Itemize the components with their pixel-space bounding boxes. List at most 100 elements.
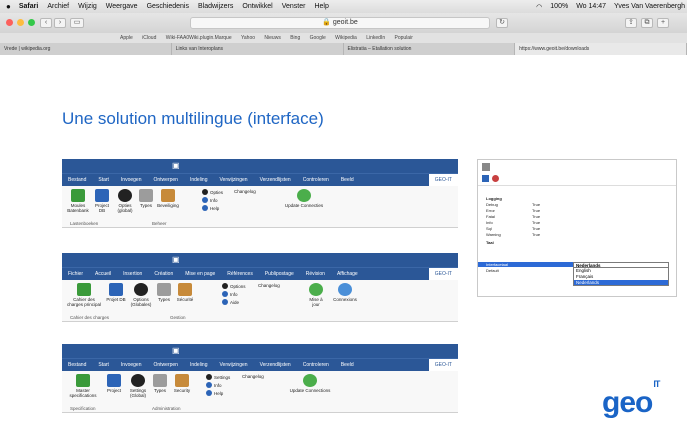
ribbon-tab[interactable]: Bestand xyxy=(62,362,92,368)
ribbon-tab[interactable]: Références xyxy=(221,271,259,277)
types-button[interactable]: Types xyxy=(152,374,168,393)
property-row[interactable]: Warning True xyxy=(478,232,574,237)
ribbon-tab[interactable]: Bestand xyxy=(62,177,92,183)
options-global-button[interactable]: Options (Globales) xyxy=(129,283,153,307)
info-button[interactable]: Info xyxy=(206,382,222,388)
property-row[interactable]: Sql True xyxy=(478,226,574,231)
ribbon-tab-geoit[interactable]: GEO-IT xyxy=(428,358,458,372)
property-row[interactable]: Fatal True xyxy=(478,214,574,219)
ribbon-tab[interactable]: Indeling xyxy=(184,362,214,368)
help-button[interactable]: Help xyxy=(202,205,219,211)
changelog-button[interactable]: Changelog xyxy=(242,374,264,379)
favorite-link[interactable]: Wikipedia xyxy=(335,35,357,41)
language-dropdown[interactable]: Nederlands English Français Nederlands xyxy=(573,262,669,286)
changelog-button[interactable]: Changelog xyxy=(234,189,256,194)
favorite-link[interactable]: iCloud xyxy=(142,35,156,41)
user-name[interactable]: Yves Van Vaerenbergh xyxy=(614,3,685,10)
close-icon[interactable] xyxy=(492,175,499,182)
ribbon-tab-geoit[interactable]: GEO-IT xyxy=(428,173,458,187)
ribbon-tab[interactable]: Start xyxy=(92,362,115,368)
browser-tab[interactable]: Elistratia – Etallation solution xyxy=(344,43,516,55)
update-button[interactable]: Mise à jour xyxy=(306,283,326,307)
reload-icon[interactable]: ↻ xyxy=(496,18,508,28)
menu-geschiedenis[interactable]: Geschiedenis xyxy=(147,3,189,10)
property-row[interactable]: Error True xyxy=(478,208,574,213)
property-row[interactable]: Logging xyxy=(478,196,574,201)
favorite-link[interactable]: Bing xyxy=(290,35,300,41)
ribbon-tab[interactable]: Verzendlijsten xyxy=(254,177,297,183)
menu-safari[interactable]: Safari xyxy=(19,3,38,10)
save-icon[interactable]: ▣ xyxy=(172,346,180,355)
ribbon-tab[interactable]: Beeld xyxy=(335,177,360,183)
ribbon-tab[interactable]: Insertion xyxy=(117,271,148,277)
property-row[interactable]: Default xyxy=(478,268,574,273)
back-button[interactable]: ‹ xyxy=(40,18,52,28)
options-global-button[interactable]: Opties (global) xyxy=(115,189,135,213)
ribbon-tab[interactable]: Création xyxy=(148,271,179,277)
help-button[interactable]: Help xyxy=(206,390,223,396)
ribbon-tab[interactable]: Ontwerpen xyxy=(148,362,184,368)
favorite-link[interactable]: Wiki-FAA0Wiki.plugin.Marque xyxy=(166,35,232,41)
language-option-highlighted[interactable]: Nederlands xyxy=(573,280,669,286)
ribbon-tab[interactable]: Beeld xyxy=(335,362,360,368)
share-icon[interactable]: ⇪ xyxy=(625,18,637,28)
save-icon[interactable]: ▣ xyxy=(172,161,180,170)
master-spec-button[interactable]: Master specifications xyxy=(66,374,100,398)
forward-button[interactable]: › xyxy=(54,18,66,28)
ribbon-tab[interactable]: Indeling xyxy=(184,177,214,183)
menu-ontwikkel[interactable]: Ontwikkel xyxy=(242,3,272,10)
apple-icon[interactable]: ● xyxy=(6,2,11,11)
types-button[interactable]: Types xyxy=(156,283,172,302)
ribbon-tab[interactable]: Invoegen xyxy=(115,177,148,183)
menu-archief[interactable]: Archief xyxy=(47,3,69,10)
favorite-link[interactable]: Yahoo xyxy=(241,35,255,41)
favorite-link[interactable]: Apple xyxy=(120,35,133,41)
clock[interactable]: Wo 14:47 xyxy=(576,3,606,10)
options-button[interactable]: Opties xyxy=(202,189,223,195)
property-row[interactable]: Info True xyxy=(478,220,574,225)
ribbon-tab[interactable]: Mise en page xyxy=(179,271,221,277)
master-spec-button[interactable]: Cahier des charges principal xyxy=(66,283,102,307)
browser-tab[interactable]: Vrede | wikipedia.org xyxy=(0,43,172,55)
ribbon-tab[interactable]: Invoegen xyxy=(115,362,148,368)
ribbon-tab[interactable]: Affichage xyxy=(331,271,364,277)
security-button[interactable]: Sécurité xyxy=(174,283,196,302)
ribbon-tab[interactable]: Start xyxy=(92,177,115,183)
save-icon[interactable]: ▣ xyxy=(172,255,180,264)
ribbon-tab[interactable]: Controleren xyxy=(297,177,335,183)
browser-tab-active[interactable]: https://www.geoit.be/downloads xyxy=(515,43,687,55)
ribbon-tab[interactable]: Verzendlijsten xyxy=(254,362,297,368)
property-row[interactable]: Debug True xyxy=(478,202,574,207)
menu-weergave[interactable]: Weergave xyxy=(106,3,138,10)
update-connections-button[interactable]: Update Connections xyxy=(288,374,332,393)
minimize-window-button[interactable] xyxy=(17,19,24,26)
menu-bladwijzers[interactable]: Bladwijzers xyxy=(198,3,233,10)
settings-button[interactable]: Settings xyxy=(206,374,230,380)
ribbon-tab[interactable]: Accueil xyxy=(89,271,117,277)
save-icon[interactable] xyxy=(482,175,489,182)
zoom-window-button[interactable] xyxy=(28,19,35,26)
update-connections-button[interactable]: Update Connecties xyxy=(284,189,324,208)
property-row-selected[interactable]: Interfacetaal xyxy=(478,262,574,267)
property-row[interactable]: Taal xyxy=(478,240,574,245)
menu-wijzig[interactable]: Wijzig xyxy=(78,3,97,10)
sidebar-toggle-button[interactable]: ▭ xyxy=(70,18,84,28)
battery-status[interactable]: 100% xyxy=(550,3,568,10)
types-button[interactable]: Types xyxy=(138,189,154,208)
ribbon-tab-geoit[interactable]: GEO-IT xyxy=(428,267,458,281)
browser-tab[interactable]: Links van Interoplans xyxy=(172,43,344,55)
project-db-button[interactable]: Project DB xyxy=(92,189,112,213)
changelog-button[interactable]: Changelog xyxy=(258,283,280,288)
address-bar[interactable]: 🔒 geoit.be xyxy=(190,17,490,29)
info-button[interactable]: Info xyxy=(222,291,238,297)
ribbon-tab[interactable]: Fichier xyxy=(62,271,89,277)
connections-button[interactable]: Connexions xyxy=(332,283,358,302)
favorite-link[interactable]: Nieuws xyxy=(264,35,280,41)
security-button[interactable]: Beveiliging xyxy=(156,189,180,208)
ribbon-tab[interactable]: Verwijzingen xyxy=(213,177,253,183)
close-window-button[interactable] xyxy=(6,19,13,26)
ribbon-tab[interactable]: Publipostage xyxy=(259,271,300,277)
master-db-button[interactable]: Moules Batenbank xyxy=(66,189,90,213)
menu-help[interactable]: Help xyxy=(314,3,328,10)
wifi-icon[interactable]: ◠ xyxy=(536,3,542,11)
